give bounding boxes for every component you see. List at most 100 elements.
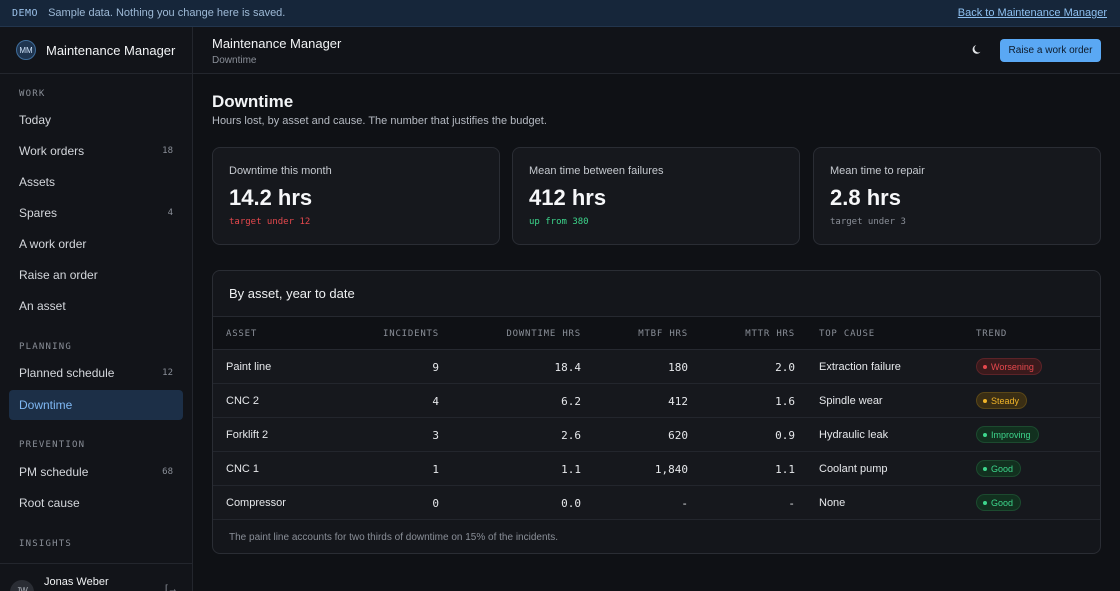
table-footnote: The paint line accounts for two thirds o… [229, 532, 559, 543]
column-header: ASSET [226, 329, 258, 339]
status-dot-icon [983, 364, 987, 369]
demo-message: Sample data. Nothing you change here is … [48, 7, 286, 19]
cell-top-cause: Hydraulic leak [819, 429, 889, 441]
stat-card-mtbf: Mean time between failures 412 hrs up fr… [512, 147, 800, 245]
header-title: Maintenance Manager [212, 36, 342, 51]
section-label-work: WORK [19, 89, 46, 99]
status-badge-label: Steady [991, 395, 1020, 406]
page-subtitle: Hours lost, by asset and cause. The numb… [212, 115, 547, 127]
cell-downtime: 1.1 [561, 463, 581, 476]
brand-name: Maintenance Manager [46, 42, 176, 58]
status-badge: Good [976, 494, 1022, 511]
breadcrumb: Downtime [212, 55, 257, 66]
cell-mttr: 0.9 [775, 429, 795, 442]
sidebar-item-count: 4 [167, 208, 173, 218]
back-link[interactable]: Back to Maintenance Manager [958, 7, 1107, 19]
section-label-planning: PLANNING [19, 342, 72, 352]
status-badge: Good [976, 460, 1022, 477]
sidebar: MM Maintenance Manager WORK Today Work o… [0, 27, 193, 591]
sidebar-item-a-work-order[interactable]: A work order [9, 229, 183, 259]
table-row[interactable]: CNC 2 4 6.2 412 1.6 Spindle wear Steady [213, 384, 1100, 418]
stat-note: target under 12 [229, 217, 311, 227]
cell-top-cause: Extraction failure [819, 361, 901, 373]
sidebar-item-label: An asset [19, 299, 66, 313]
demo-tag: DEMO [12, 7, 39, 19]
status-dot-icon [983, 398, 987, 403]
user-name: Jonas Weber [44, 576, 109, 588]
cell-asset: Compressor [226, 497, 286, 509]
column-header: MTBF HRS [638, 329, 688, 339]
cell-incidents: 1 [432, 463, 439, 476]
moon-icon[interactable] [971, 42, 985, 56]
sidebar-item-label: Today [19, 113, 52, 127]
cell-mtbf: - [681, 497, 688, 510]
sidebar-item-an-asset[interactable]: An asset [9, 291, 183, 321]
sidebar-item-work-orders[interactable]: Work orders 18 [9, 136, 183, 166]
brand[interactable]: MM Maintenance Manager [0, 27, 192, 74]
status-badge-label: Good [991, 497, 1014, 508]
cell-mtbf: 412 [668, 395, 688, 408]
sidebar-item-label: Work orders [19, 144, 85, 158]
sidebar-item-label: Spares [19, 206, 58, 220]
sidebar-item-label: Raise an order [19, 268, 98, 282]
stat-value: 2.8 hrs [830, 185, 901, 210]
cell-top-cause: Coolant pump [819, 463, 888, 475]
app-header: Maintenance Manager Downtime Raise a wor… [193, 27, 1120, 74]
column-header: TOP CAUSE [819, 329, 875, 339]
cell-asset: Forklift 2 [226, 429, 269, 441]
status-badge-label: Worsening [991, 361, 1034, 372]
table-title: By asset, year to date [229, 286, 355, 301]
cell-downtime: 2.6 [561, 429, 581, 442]
cell-downtime: 6.2 [561, 395, 581, 408]
demo-banner: DEMO Sample data. Nothing you change her… [0, 0, 1120, 27]
sidebar-item-label: Root cause [19, 496, 80, 510]
sidebar-item-count: 68 [162, 467, 173, 477]
sidebar-item-planned-schedule[interactable]: Planned schedule 12 [9, 358, 183, 388]
cell-mttr: 1.6 [775, 395, 795, 408]
sidebar-item-count: 18 [162, 146, 173, 156]
column-header: TREND [976, 329, 1008, 339]
user-profile[interactable]: JW Jonas Weber [→ [0, 563, 193, 591]
cell-incidents: 4 [432, 395, 439, 408]
cell-downtime: 0.0 [561, 497, 581, 510]
table-row[interactable]: CNC 1 1 1.1 1,840 1.1 Coolant pump Good [213, 452, 1100, 486]
brand-logo: MM [16, 40, 36, 60]
sidebar-item-root-cause[interactable]: Root cause [9, 488, 183, 518]
sidebar-item-count: 12 [162, 368, 173, 378]
sidebar-item-today[interactable]: Today [9, 105, 183, 135]
stat-label: Mean time to repair [830, 165, 925, 177]
status-dot-icon [983, 500, 987, 505]
cell-top-cause: None [819, 497, 846, 509]
stat-label: Downtime this month [229, 165, 332, 177]
cell-downtime: 18.4 [554, 361, 582, 374]
stat-note: up from 380 [529, 217, 589, 227]
status-badge-label: Good [991, 463, 1014, 474]
table-row[interactable]: Compressor 0 0.0 - - None Good [213, 486, 1100, 520]
table-row[interactable]: Paint line 9 18.4 180 2.0 Extraction failure W… [213, 350, 1100, 384]
section-label-insights: INSIGHTS [19, 539, 72, 549]
sidebar-item-downtime[interactable]: Downtime [9, 390, 183, 420]
sidebar-item-spares[interactable]: Spares 4 [9, 198, 183, 228]
sidebar-item-pm-schedule[interactable]: PM schedule 68 [9, 457, 183, 487]
cell-mtbf: 620 [668, 429, 688, 442]
cell-incidents: 3 [432, 429, 439, 442]
cell-incidents: 0 [432, 497, 439, 510]
table-row[interactable]: Forklift 2 3 2.6 620 0.9 Hydraulic leak Improv… [213, 418, 1100, 452]
sidebar-item-assets[interactable]: Assets [9, 167, 183, 197]
cell-asset: Paint line [226, 361, 272, 373]
column-header: INCIDENTS [383, 329, 439, 339]
stat-card-mttr: Mean time to repair 2.8 hrs target under… [813, 147, 1101, 245]
sidebar-item-raise-an-order[interactable]: Raise an order [9, 260, 183, 290]
sidebar-item-label: Planned schedule [19, 366, 115, 380]
sidebar-item-label: PM schedule [19, 465, 89, 479]
cell-asset: CNC 2 [226, 395, 260, 407]
status-dot-icon [983, 432, 987, 437]
status-badge-label: Improving [991, 429, 1031, 440]
column-header: DOWNTIME HRS [506, 329, 581, 339]
cell-top-cause: Spindle wear [819, 395, 883, 407]
raise-work-order-button[interactable]: Raise a work order [1000, 39, 1101, 62]
logout-icon[interactable]: [→ [165, 584, 178, 591]
avatar: JW [10, 580, 34, 591]
column-header: MTTR HRS [745, 329, 795, 339]
table-header: ASSET INCIDENTS DOWNTIME HRS MTBF HRS MT… [213, 316, 1100, 350]
